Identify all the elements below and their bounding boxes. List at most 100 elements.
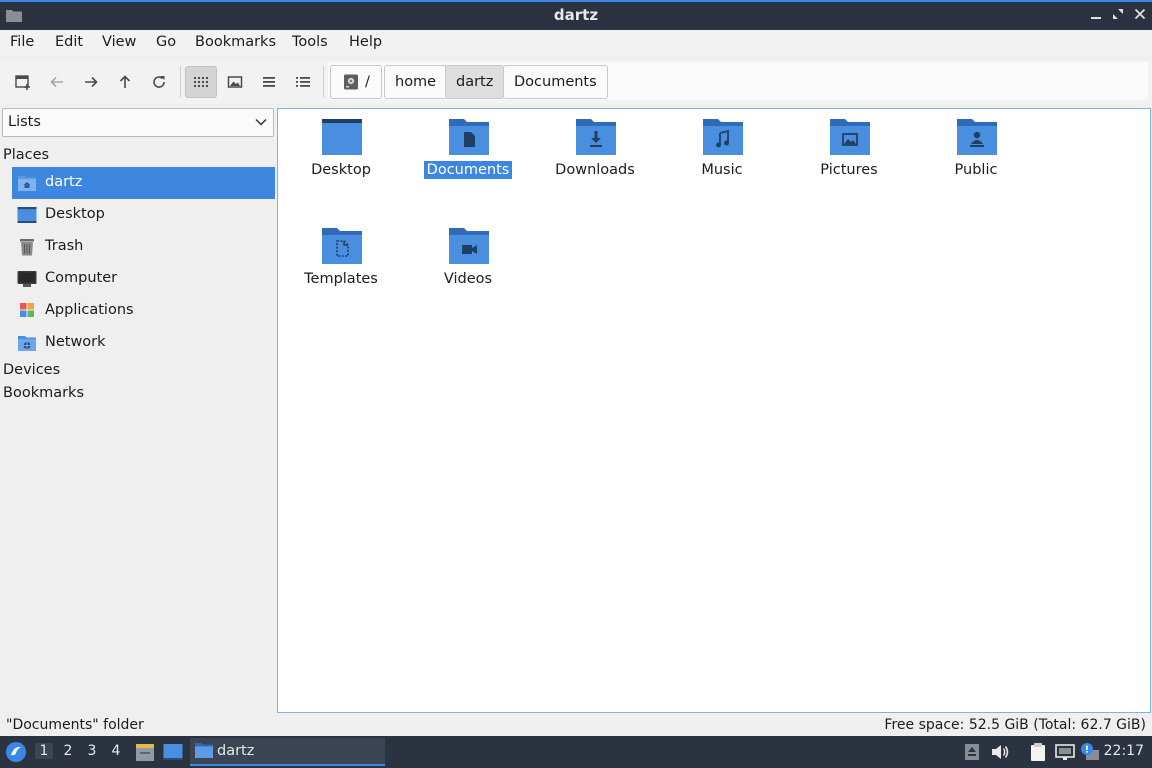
workspace-3[interactable]: 3 bbox=[83, 743, 101, 759]
volume-icon[interactable] bbox=[990, 742, 1010, 762]
menu-view[interactable]: View bbox=[102, 34, 136, 50]
chevron-down-icon bbox=[255, 118, 267, 126]
icon-view-button[interactable] bbox=[185, 66, 217, 98]
breadcrumb-documents[interactable]: Documents bbox=[503, 65, 608, 99]
sidebar-item-desktop[interactable]: Desktop bbox=[12, 199, 275, 231]
bookmarks-header[interactable]: Bookmarks bbox=[3, 385, 84, 401]
toolbar-separator bbox=[323, 66, 324, 98]
folder-item-public[interactable]: Public bbox=[916, 109, 1036, 209]
folder-item-templates[interactable]: Templates bbox=[281, 218, 401, 318]
workspace-4[interactable]: 4 bbox=[107, 743, 125, 759]
start-menu-icon[interactable] bbox=[5, 741, 27, 763]
desktop-icon bbox=[17, 207, 37, 223]
public-folder-icon bbox=[957, 119, 997, 155]
sidebar: Lists Places dartz Desktop Trash Compute… bbox=[0, 106, 276, 712]
breadcrumb-root[interactable]: / bbox=[330, 65, 382, 99]
detailed-list-view-button[interactable] bbox=[287, 66, 319, 98]
devices-header[interactable]: Devices bbox=[3, 362, 60, 378]
menu-tools[interactable]: Tools bbox=[292, 34, 328, 50]
folder-item-documents[interactable]: Documents bbox=[408, 109, 528, 209]
breadcrumb-dartz[interactable]: dartz bbox=[445, 65, 505, 99]
folder-label: Documents bbox=[423, 161, 513, 179]
folder-label: Music bbox=[701, 162, 743, 178]
folder-label: Downloads bbox=[555, 162, 635, 178]
downloads-folder-icon bbox=[576, 119, 616, 155]
new-window-button[interactable] bbox=[7, 66, 39, 98]
sidebar-item-label: dartz bbox=[45, 174, 83, 190]
up-button[interactable] bbox=[109, 66, 141, 98]
home-folder-icon bbox=[18, 176, 36, 191]
folder-label: Pictures bbox=[820, 162, 878, 178]
folder-item-desktop[interactable]: Desktop bbox=[281, 109, 401, 209]
minimize-icon bbox=[1091, 17, 1101, 19]
compact-view-icon bbox=[263, 77, 275, 87]
folder-item-videos[interactable]: Videos bbox=[408, 218, 528, 318]
minimize-button[interactable] bbox=[1086, 6, 1106, 26]
folder-item-downloads[interactable]: Downloads bbox=[535, 109, 655, 209]
notification-icon[interactable] bbox=[1080, 742, 1100, 762]
videos-folder-icon bbox=[449, 228, 489, 264]
applications-icon bbox=[20, 303, 34, 317]
menu-file[interactable]: File bbox=[10, 34, 34, 50]
trash-icon bbox=[20, 239, 34, 256]
network-icon bbox=[18, 336, 36, 351]
show-desktop-icon[interactable] bbox=[163, 742, 183, 762]
menu-go[interactable]: Go bbox=[156, 34, 176, 50]
close-button[interactable] bbox=[1130, 6, 1150, 26]
back-icon bbox=[50, 76, 63, 88]
thumbnail-view-button[interactable] bbox=[219, 66, 251, 98]
sidebar-item-computer[interactable]: Computer bbox=[12, 263, 275, 295]
file-manager-launcher-icon[interactable] bbox=[135, 742, 155, 762]
sidebar-item-applications[interactable]: Applications bbox=[12, 295, 275, 327]
reload-button[interactable] bbox=[143, 66, 175, 98]
sidebar-item-label: Network bbox=[45, 334, 106, 350]
maximize-button[interactable] bbox=[1108, 6, 1128, 26]
folder-icon bbox=[195, 743, 213, 758]
folder-label: Videos bbox=[443, 271, 493, 287]
close-icon bbox=[1134, 8, 1146, 20]
menu-help[interactable]: Help bbox=[349, 34, 382, 50]
clock[interactable]: 22:17 bbox=[1104, 743, 1144, 759]
templates-folder-icon bbox=[322, 228, 362, 264]
thumbnail-view-icon bbox=[227, 76, 243, 88]
window-title: dartz bbox=[553, 6, 599, 24]
folder-item-pictures[interactable]: Pictures bbox=[789, 109, 909, 209]
status-selection: "Documents" folder bbox=[6, 717, 144, 733]
sidebar-item-label: Computer bbox=[45, 270, 118, 286]
sidebar-item-trash[interactable]: Trash bbox=[12, 231, 275, 263]
workspace-2[interactable]: 2 bbox=[59, 743, 77, 759]
music-folder-icon bbox=[703, 119, 743, 155]
drive-icon bbox=[344, 74, 358, 90]
breadcrumb-home[interactable]: home bbox=[384, 65, 448, 99]
pictures-folder-icon bbox=[830, 119, 870, 155]
menu-bookmarks[interactable]: Bookmarks bbox=[195, 34, 276, 50]
folder-label: Templates bbox=[304, 271, 378, 287]
folder-item-music[interactable]: Music bbox=[662, 109, 782, 209]
reload-icon bbox=[153, 76, 165, 88]
network-connection-icon[interactable] bbox=[1055, 742, 1075, 762]
menu-edit[interactable]: Edit bbox=[55, 34, 83, 50]
detailed-list-view-icon bbox=[296, 77, 310, 87]
maximize-icon bbox=[1113, 9, 1123, 19]
taskbar: 1 2 3 4 dartz 22:17 bbox=[0, 736, 1152, 768]
clipboard-icon[interactable] bbox=[1028, 742, 1048, 762]
file-view[interactable]: Desktop Documents Downloads Music Pictur… bbox=[277, 108, 1151, 713]
sidebar-item-dartz[interactable]: dartz bbox=[12, 167, 275, 199]
tray-updates-icon[interactable] bbox=[962, 742, 982, 762]
title-bar: dartz bbox=[0, 0, 1152, 30]
sidebar-item-network[interactable]: Network bbox=[12, 327, 275, 359]
side-pane-mode-value: Lists bbox=[8, 114, 41, 130]
folder-label: Desktop bbox=[311, 162, 371, 178]
forward-button[interactable] bbox=[75, 66, 107, 98]
compact-view-button[interactable] bbox=[253, 66, 285, 98]
side-pane-mode-select[interactable]: Lists bbox=[2, 108, 274, 137]
sidebar-item-label: Desktop bbox=[45, 206, 105, 222]
sidebar-item-label: Trash bbox=[45, 238, 84, 254]
desktop-folder-icon bbox=[322, 119, 362, 155]
icon-view-icon bbox=[194, 77, 208, 87]
status-free-space: Free space: 52.5 GiB (Total: 62.7 GiB) bbox=[884, 717, 1146, 733]
menu-bar: File Edit View Go Bookmarks Tools Help bbox=[0, 30, 1152, 56]
workspace-1[interactable]: 1 bbox=[35, 743, 53, 759]
taskbar-task-dartz[interactable]: dartz bbox=[190, 738, 385, 766]
back-button[interactable] bbox=[41, 66, 73, 98]
